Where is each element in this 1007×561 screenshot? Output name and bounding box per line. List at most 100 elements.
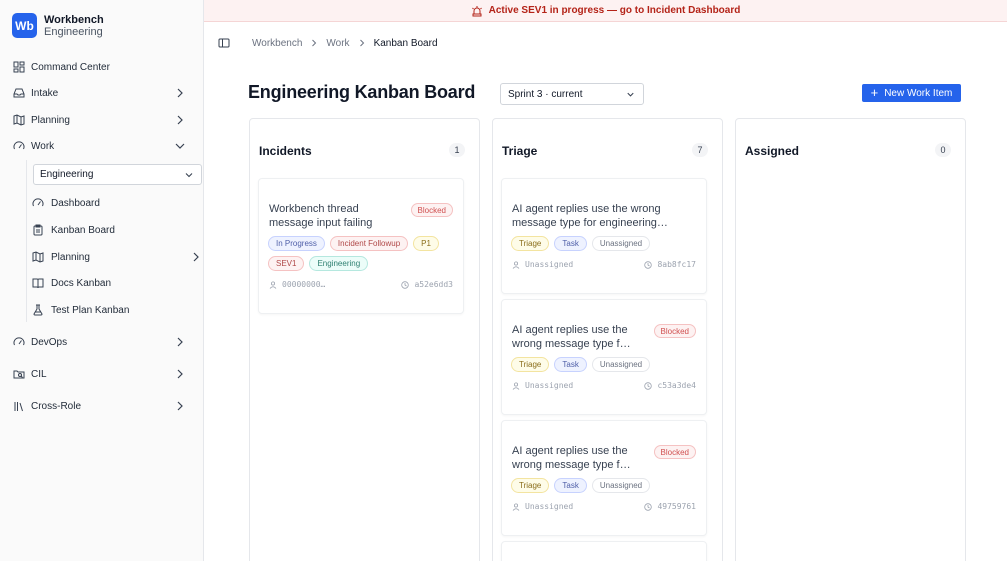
book-icon	[32, 277, 44, 289]
chevron-right-icon	[177, 88, 183, 98]
user-icon	[512, 502, 520, 511]
chevron-right-icon	[177, 369, 183, 379]
breadcrumb-current: Kanban Board	[373, 37, 438, 49]
user-icon	[269, 280, 277, 289]
breadcrumb: Workbench Work Kanban Board	[252, 36, 438, 50]
card-tags: In Progress Incident Followup P1 SEV1 En…	[268, 236, 458, 271]
sidebar-item-command-center[interactable]: Command Center	[6, 56, 198, 78]
clock-icon	[401, 280, 410, 289]
tag: Unassigned	[591, 236, 651, 251]
tag: Task	[554, 478, 587, 493]
column-triage: Triage 7 AI agent replies use the wrong …	[492, 118, 723, 561]
sidebar-item-label: DevOps	[31, 336, 68, 348]
brand-name: Workbench	[44, 13, 104, 26]
sidebar-item-label: Work	[31, 140, 55, 152]
sidebar-toggle-icon[interactable]	[218, 37, 230, 49]
sidebar-subitem-test-plan-kanban[interactable]: Test Plan Kanban	[26, 299, 204, 321]
sidebar-subitem-dashboard[interactable]: Dashboard	[26, 192, 204, 214]
card-title: Workbench thread message input failing	[269, 203, 373, 229]
work-item-card[interactable]: AI agent replies use the wrong message t…	[501, 178, 707, 294]
gauge-icon	[32, 197, 44, 209]
sidebar-item-cross-role[interactable]: Cross-Role	[6, 395, 198, 417]
tag: Unassigned	[591, 478, 651, 493]
map-icon	[12, 114, 25, 127]
tag: Triage	[511, 236, 550, 251]
card-meta: Unassigned c53a3de4	[512, 381, 696, 390]
new-work-item-button[interactable]: + New Work Item	[862, 84, 961, 102]
clipboard-icon	[32, 224, 44, 236]
work-item-card[interactable]: Workbench thread message input failing B…	[258, 178, 464, 314]
card-title: AI agent replies use the wrong message t…	[512, 203, 668, 229]
chevron-down-icon	[185, 173, 193, 178]
sidebar-item-planning[interactable]: Planning	[6, 109, 198, 131]
gauge-icon	[12, 140, 25, 153]
card-assignee: Unassigned	[525, 381, 574, 390]
card-assignee: 00000000…	[282, 280, 326, 289]
sidebar-item-label: Cross-Role	[31, 400, 82, 412]
sidebar-item-label: CIL	[31, 368, 47, 380]
column-incidents: Incidents 1 Workbench thread message inp…	[249, 118, 480, 561]
tag: Incident Followup	[329, 236, 409, 251]
brand[interactable]: Wb Workbench Engineering	[12, 13, 104, 38]
card-id: c53a3de4	[657, 381, 696, 390]
tag: Task	[554, 357, 587, 372]
card-meta: Unassigned 49759761	[512, 502, 696, 511]
sidebar-subitem-planning[interactable]: Planning	[26, 246, 204, 268]
card-assignee: Unassigned	[525, 260, 574, 269]
chevron-right-icon	[193, 252, 199, 262]
tag: Unassigned	[591, 357, 651, 372]
plus-icon: +	[870, 85, 879, 100]
card-tags: Triage Task Unassigned	[511, 236, 701, 251]
column-title: Assigned	[745, 144, 800, 158]
chevron-down-icon	[175, 143, 185, 149]
card-meta: Unassigned 8ab8fc17	[512, 260, 696, 269]
map-icon	[32, 251, 44, 263]
brand-team: Engineering	[44, 25, 103, 38]
work-item-card[interactable]: AI agent replies use the wrong message t…	[501, 299, 707, 415]
card-id: 49759761	[657, 502, 696, 511]
breadcrumb-workbench[interactable]: Workbench	[252, 38, 302, 49]
folder-search-icon	[12, 368, 25, 381]
status-badge: Blocked	[653, 324, 696, 338]
sidebar-item-cil[interactable]: CIL	[6, 363, 198, 385]
column-count: 7	[692, 143, 708, 157]
work-item-card[interactable]	[501, 541, 707, 561]
column-assigned: Assigned 0	[735, 118, 966, 561]
tag: Engineering	[309, 256, 369, 271]
card-tags: Triage Task Unassigned	[511, 478, 701, 493]
flask-icon	[32, 304, 44, 316]
user-icon	[512, 381, 520, 390]
sidebar-item-intake[interactable]: Intake	[6, 82, 198, 104]
clock-icon	[644, 381, 653, 390]
sidebar-item-label: Intake	[31, 87, 59, 99]
card-title: AI agent replies use the wrong message t…	[512, 324, 631, 350]
siren-icon	[471, 5, 483, 17]
status-badge: Blocked	[410, 203, 453, 217]
sidebar-item-label: Command Center	[31, 61, 110, 73]
tag: Task	[554, 236, 587, 251]
team-select[interactable]: Engineering	[33, 164, 202, 185]
sidebar-subitem-docs-kanban[interactable]: Docs Kanban	[26, 272, 204, 294]
sprint-select[interactable]: Sprint 3 · current	[500, 83, 644, 105]
breadcrumb-work[interactable]: Work	[326, 38, 349, 49]
page-title: Engineering Kanban Board	[248, 82, 476, 102]
brand-logo: Wb	[12, 13, 37, 38]
status-badge: Blocked	[653, 445, 696, 459]
card-id: a52e6dd3	[414, 280, 453, 289]
sidebar-item-work[interactable]: Work	[6, 135, 198, 157]
card-tags: Triage Task Unassigned	[511, 357, 701, 372]
work-item-card[interactable]: AI agent replies use the wrong message t…	[501, 420, 707, 536]
chevron-right-icon	[177, 115, 183, 125]
banner-text: Active SEV1 in progress — go to Incident…	[488, 5, 741, 16]
incident-banner[interactable]: Active SEV1 in progress — go to Incident…	[204, 0, 1007, 22]
card-id: 8ab8fc17	[657, 260, 696, 269]
clock-icon	[644, 502, 653, 511]
sidebar-subitem-kanban-board[interactable]: Kanban Board	[26, 219, 204, 241]
user-icon	[512, 260, 520, 269]
card-meta: 00000000… a52e6dd3	[269, 280, 453, 289]
column-title: Triage	[502, 144, 538, 158]
sidebar-item-devops[interactable]: DevOps	[6, 331, 198, 353]
sidebar: Wb Workbench Engineering Command Center …	[0, 0, 204, 561]
chevron-right-icon	[177, 401, 183, 411]
chevron-right-icon	[177, 337, 183, 347]
